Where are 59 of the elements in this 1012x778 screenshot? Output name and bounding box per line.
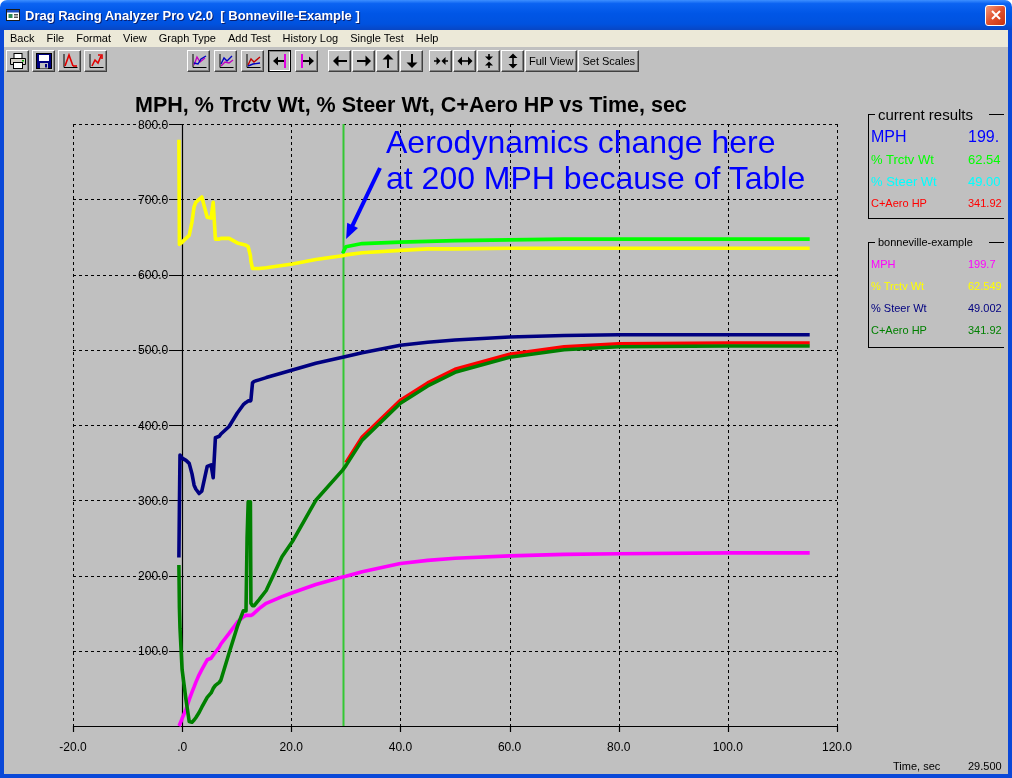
annotation-arrow — [346, 167, 382, 239]
axis-tick-label: 20.0 — [279, 740, 303, 754]
axis-tick-label: 80.0 — [607, 740, 631, 754]
close-icon — [990, 10, 1001, 20]
legend-value: 341.92 — [968, 324, 1003, 336]
menu-item[interactable]: Format — [70, 31, 118, 46]
legend-label: MPH — [871, 258, 897, 270]
annotation-text: Aerodynamics change here at 200 MPH because of Table — [386, 124, 806, 196]
line-chart-icon — [244, 53, 261, 69]
window-title: Drag Racing Analyzer Pro v2.0 [ Bonneville-Example ] — [25, 7, 361, 23]
legend-label: C+Aero HP — [871, 197, 928, 209]
legend-label: MPH — [871, 128, 908, 146]
legend-title: current results — [877, 106, 975, 123]
axis-tick-label: 600.0 — [138, 268, 169, 282]
close-button[interactable] — [985, 4, 1006, 26]
legend-label: C+Aero HP — [871, 324, 928, 336]
axis-tick-label: 100.0 — [712, 740, 743, 754]
chart-title: MPH, % Trctv Wt, % Steer Wt, C+Aero HP vs Time, sec — [135, 93, 687, 117]
legend-value: 49.002 — [968, 302, 1003, 314]
menu-item[interactable]: Back — [4, 31, 41, 46]
legend-label: % Steer Wt — [871, 302, 928, 314]
legend-value: 199. — [968, 128, 1001, 146]
legend-label: % Steer Wt — [871, 173, 938, 189]
right-arrow-bar-icon — [298, 53, 315, 69]
legend-value: 49.00 — [968, 173, 1002, 189]
right-arrow-icon — [355, 53, 372, 69]
menu-item[interactable]: View — [117, 31, 153, 46]
legend-value: 62.54 — [968, 151, 1002, 167]
left-arrow-bar-icon — [271, 53, 288, 69]
menu-item[interactable]: Add Test — [222, 31, 277, 46]
menu-item[interactable]: History Log — [276, 31, 345, 46]
line-chart-icon — [217, 53, 234, 69]
toolbar-button[interactable]: Full View — [525, 50, 578, 72]
cursor-label: Time, sec — [893, 760, 942, 773]
axis-tick-label: 120.0 — [822, 740, 852, 754]
legend-title: bonneville-example — [877, 236, 974, 248]
left-arrow-icon — [331, 53, 348, 69]
axis-tick-label: 40.0 — [388, 740, 413, 754]
legend-label: % Trctv Wt — [871, 280, 926, 292]
app-icon — [6, 8, 20, 22]
axis-tick-label: 60.0 — [497, 740, 522, 754]
legend-value: 199.7 — [968, 258, 997, 270]
toolbar-button[interactable]: Set Scales — [578, 50, 640, 72]
menu-item[interactable]: Help — [409, 31, 445, 46]
arrow-chart-icon — [87, 53, 104, 69]
menu-item[interactable]: File — [40, 31, 71, 46]
printer-icon — [9, 53, 26, 69]
axis-tick-label: 500.0 — [138, 343, 169, 358]
peak-chart-icon — [61, 53, 78, 69]
axis-tick-label: .0 — [177, 740, 188, 754]
legend-value: 341.92 — [968, 197, 1003, 209]
legend-value: 62.549 — [968, 280, 1003, 292]
axis-tick-label: -20.0 — [59, 740, 87, 754]
legend-label: % Trctv Wt — [871, 151, 935, 167]
menu-item[interactable]: Graph Type — [152, 31, 222, 46]
cursor-value: 29.500 — [968, 760, 1002, 773]
toolbar-button[interactable] — [268, 50, 291, 72]
line-chart-icon — [190, 53, 207, 69]
menu-item[interactable]: Single Test — [344, 31, 410, 46]
